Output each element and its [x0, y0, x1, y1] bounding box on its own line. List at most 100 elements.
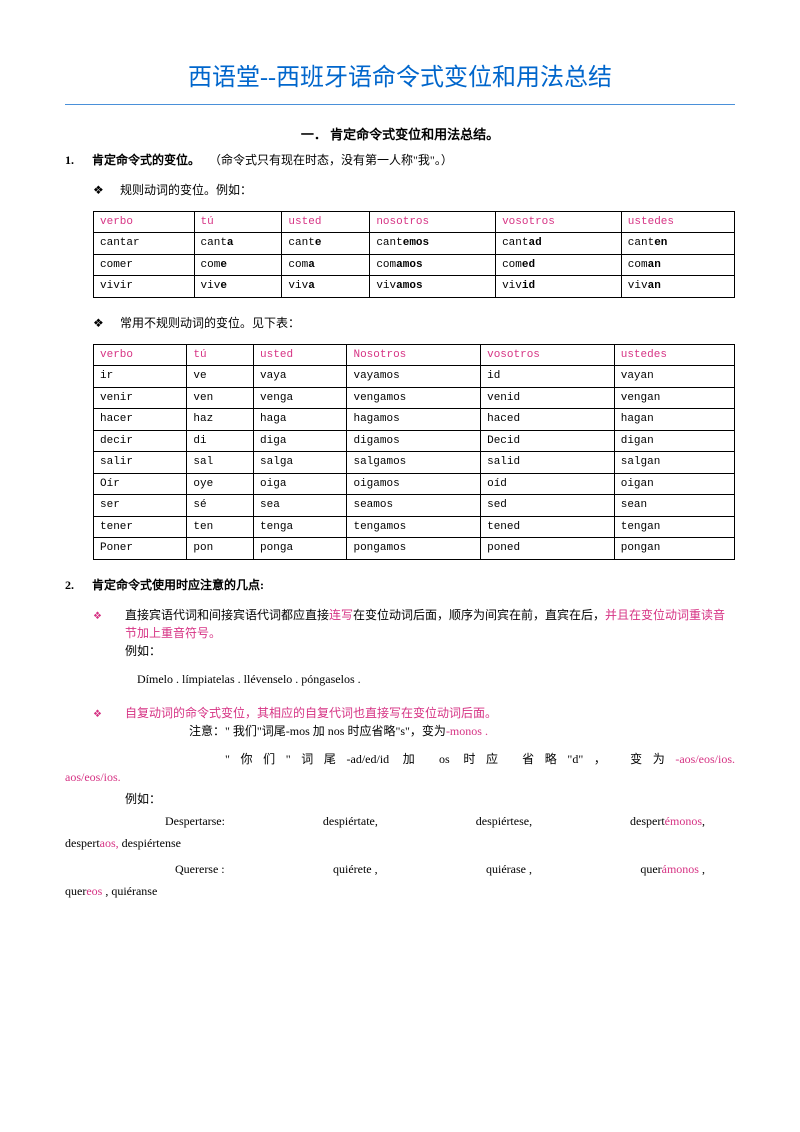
note-line-2: "你们"词尾-ad/ed/id 加 os 时应 省略"d"， 变为-aos/eo…: [65, 750, 735, 768]
td: comed: [496, 254, 622, 276]
example-row: Despertarse: despiértate, despiértese, d…: [65, 812, 735, 830]
table-row: Ponerponpongapongamosponedpongan: [94, 538, 735, 560]
td: comer: [94, 254, 195, 276]
table-row: hacerhazhagahagamoshacedhagan: [94, 409, 735, 431]
td: salir: [94, 452, 187, 474]
td: tengan: [614, 516, 734, 538]
td: ve: [187, 366, 254, 388]
td: come: [194, 254, 282, 276]
item-note: （命令式只有现在时态，没有第一人称"我"。）: [209, 153, 453, 167]
td: hacer: [94, 409, 187, 431]
td: vive: [194, 276, 282, 298]
table-regular: verbo tú usted nosotros vosotros ustedes…: [93, 211, 735, 298]
item-num: 1.: [65, 153, 74, 167]
th: Nosotros: [347, 344, 481, 366]
td: haga: [254, 409, 347, 431]
text: 直接宾语代词和间接宾语代词都应直接: [125, 608, 329, 622]
th: vosotros: [496, 211, 622, 233]
td: pongan: [614, 538, 734, 560]
td: decir: [94, 430, 187, 452]
th: vosotros: [481, 344, 615, 366]
item-label: 肯定命令式的变位。: [92, 153, 200, 167]
td: oíd: [481, 473, 615, 495]
table-row: decirdidigadigamosDeciddigan: [94, 430, 735, 452]
page-title: 西语堂--西班牙语命令式变位和用法总结: [65, 60, 735, 96]
diamond-icon: ❖: [109, 609, 125, 624]
td: Decid: [481, 430, 615, 452]
diamond-icon: ❖: [93, 181, 117, 199]
table-row: cantar canta cante cantemos cantad cante…: [94, 233, 735, 255]
td: vengan: [614, 387, 734, 409]
th: verbo: [94, 211, 195, 233]
th: tú: [194, 211, 282, 233]
table-row: salirsalsalgasalgamossalidsalgan: [94, 452, 735, 474]
td: cantar: [94, 233, 195, 255]
td: sal: [187, 452, 254, 474]
section-heading: 一． 肯定命令式变位和用法总结。: [65, 125, 735, 145]
td: sé: [187, 495, 254, 517]
td: cantemos: [370, 233, 496, 255]
td: oigamos: [347, 473, 481, 495]
example-text: Dímelo . límpiatelas . llévenselo . póng…: [65, 670, 735, 688]
td: poned: [481, 538, 615, 560]
td: vayamos: [347, 366, 481, 388]
td: digan: [614, 430, 734, 452]
td: tenga: [254, 516, 347, 538]
td: venid: [481, 387, 615, 409]
td: viva: [282, 276, 370, 298]
table-irregular: verbo tú usted Nosotros vosotros ustedes…: [93, 344, 735, 560]
td: salid: [481, 452, 615, 474]
td: ten: [187, 516, 254, 538]
td: hagan: [614, 409, 734, 431]
pink-text: 连写: [329, 608, 353, 622]
example-row-2: Quererse : quiérete , quiérase , querámo…: [65, 860, 735, 878]
td: salgan: [614, 452, 734, 474]
td: seamos: [347, 495, 481, 517]
table-row: Oíroyeoigaoigamosoídoigan: [94, 473, 735, 495]
note-pink-wrap: aos/eos/ios.: [65, 768, 735, 786]
td: tengamos: [347, 516, 481, 538]
td: salga: [254, 452, 347, 474]
td: pon: [187, 538, 254, 560]
item-num: 2.: [65, 578, 74, 592]
td: hagamos: [347, 409, 481, 431]
td: vengamos: [347, 387, 481, 409]
regular-text: 规则动词的变位。例如：: [120, 183, 252, 197]
td: oigan: [614, 473, 734, 495]
td: di: [187, 430, 254, 452]
th: tú: [187, 344, 254, 366]
th: ustedes: [621, 211, 734, 233]
td: sean: [614, 495, 734, 517]
table-row: irvevayavayamosidvayan: [94, 366, 735, 388]
td: vivan: [621, 276, 734, 298]
diamond-icon: ❖: [109, 707, 125, 722]
td: cantad: [496, 233, 622, 255]
example-wrap-2: quereos , quiéranse: [65, 882, 735, 900]
td: vivid: [496, 276, 622, 298]
note-line: 注意：" 我们"词尾-mos 加 nos 时应省略"s"，变为-monos .: [109, 722, 735, 740]
td: vayan: [614, 366, 734, 388]
table-header-row: verbo tú usted nosotros vosotros ustedes: [94, 211, 735, 233]
table-row: vivir vive viva vivamos vivid vivan: [94, 276, 735, 298]
td: comamos: [370, 254, 496, 276]
diamond-icon: ❖: [93, 314, 117, 332]
td: salgamos: [347, 452, 481, 474]
td: tener: [94, 516, 187, 538]
td: canten: [621, 233, 734, 255]
td: Oír: [94, 473, 187, 495]
item-2: 2. 肯定命令式使用时应注意的几点:: [65, 576, 735, 594]
td: venir: [94, 387, 187, 409]
irregular-label: ❖ 常用不规则动词的变位。见下表：: [65, 314, 735, 332]
td: pongamos: [347, 538, 481, 560]
th: nosotros: [370, 211, 496, 233]
td: canta: [194, 233, 282, 255]
td: sed: [481, 495, 615, 517]
td: Poner: [94, 538, 187, 560]
irregular-text: 常用不规则动词的变位。见下表：: [120, 316, 300, 330]
divider: [65, 104, 735, 105]
td: ven: [187, 387, 254, 409]
td: coman: [621, 254, 734, 276]
td: haz: [187, 409, 254, 431]
td: digamos: [347, 430, 481, 452]
table-row: tenertentengatengamostenedtengan: [94, 516, 735, 538]
